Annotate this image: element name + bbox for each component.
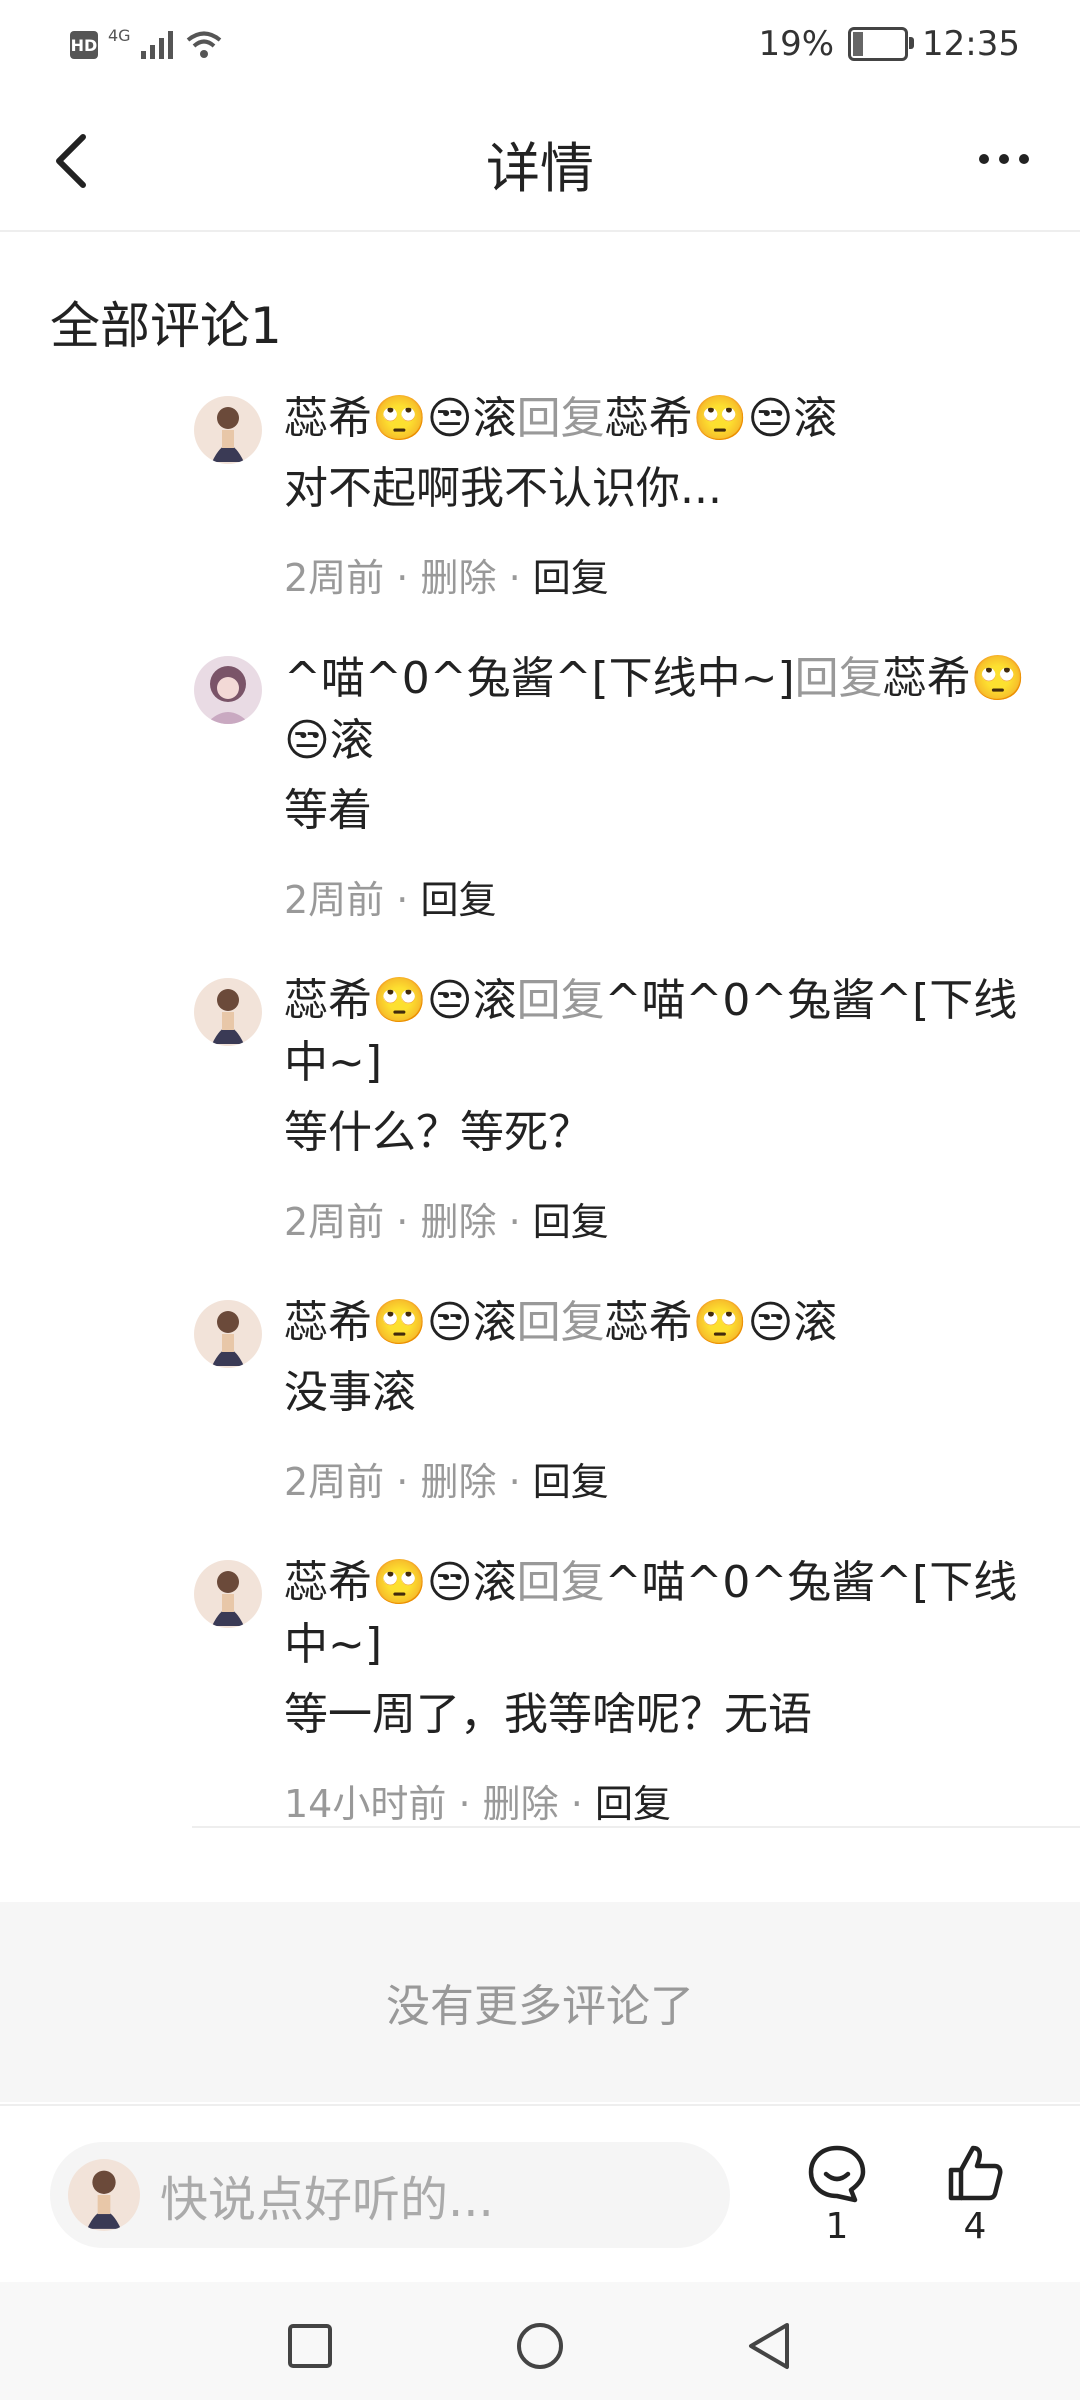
wifi-icon bbox=[186, 31, 221, 58]
status-right: 19% 12:35 bbox=[758, 24, 1020, 64]
comment-time: 2周前 bbox=[284, 556, 385, 600]
signal-icon bbox=[140, 31, 173, 59]
avatar[interactable] bbox=[194, 1560, 262, 1628]
comment-input[interactable]: 快说点好听的... bbox=[50, 2142, 730, 2248]
comment-header: 蕊希🙄😒滚回复^喵^0^兔酱^[下线中~] bbox=[284, 970, 1050, 1094]
all-comments-title: 全部评论1 bbox=[50, 297, 282, 355]
comment-meta: 2周前 · 回复 bbox=[284, 872, 1050, 928]
reply-button[interactable]: 回复 bbox=[533, 1460, 609, 1504]
thumbs-up-icon bbox=[948, 2145, 1003, 2201]
network-label: 4G bbox=[108, 25, 131, 45]
comment-meta: 14小时前 · 删除 · 回复 bbox=[284, 1776, 1050, 1832]
comment-meta: 2周前 · 删除 · 回复 bbox=[284, 1454, 1050, 1510]
comment-item: 蕊希🙄😒滚回复^喵^0^兔酱^[下线中~] 等什么？等死？ 2周前 · 删除 ·… bbox=[0, 970, 1080, 1250]
comment-item: 蕊希🙄😒滚回复蕊希🙄😒滚 没事滚 2周前 · 删除 · 回复 bbox=[0, 1292, 1080, 1510]
avatar bbox=[68, 2159, 140, 2231]
status-time: 12:35 bbox=[922, 24, 1020, 64]
reply-word: 回复 bbox=[794, 653, 883, 704]
comment-item: 蕊希🙄😒滚回复蕊希🙄😒滚 对不起啊我不认识你... 2周前 · 删除 · 回复 bbox=[0, 388, 1080, 606]
comment-item: ^喵^0^兔酱^[下线中~]回复蕊希🙄😒滚 等着 2周前 · 回复 bbox=[0, 648, 1080, 928]
comment-list: 蕊希🙄😒滚回复蕊希🙄😒滚 对不起啊我不认识你... 2周前 · 删除 · 回复 … bbox=[0, 388, 1080, 1862]
status-bar: HD 4G 19% 12:35 bbox=[0, 0, 1080, 96]
meta-separator: · bbox=[508, 1200, 521, 1244]
comment-user[interactable]: 蕊希🙄😒滚 bbox=[284, 393, 517, 444]
comment-user[interactable]: 蕊希🙄😒滚 bbox=[284, 975, 517, 1026]
reply-button[interactable]: 回复 bbox=[420, 878, 496, 922]
hd-icon: HD bbox=[70, 31, 98, 59]
meta-separator: · bbox=[396, 1200, 409, 1244]
comment-text: 等什么？等死？ bbox=[284, 1107, 592, 1158]
comment-input-bar: 快说点好听的... 1 4 bbox=[0, 2104, 1080, 2284]
home-button[interactable] bbox=[510, 2316, 570, 2376]
comment-time: 2周前 bbox=[284, 1460, 385, 1504]
avatar[interactable] bbox=[194, 978, 262, 1046]
comment-text: 对不起啊我不认识你... bbox=[284, 463, 722, 514]
like-count: 4 bbox=[963, 2206, 987, 2247]
reply-button[interactable]: 回复 bbox=[595, 1782, 671, 1826]
comment-time: 2周前 bbox=[284, 878, 385, 922]
battery-fill bbox=[853, 32, 864, 56]
meta-separator: · bbox=[570, 1782, 583, 1826]
no-more-comments: 没有更多评论了 bbox=[0, 1902, 1080, 2102]
comment-text: 等着 bbox=[284, 785, 372, 836]
avatar[interactable] bbox=[194, 656, 262, 724]
delete-button[interactable]: 删除 bbox=[420, 1200, 496, 1244]
comment-input-placeholder: 快说点好听的... bbox=[160, 2172, 494, 2228]
comment-time: 14小时前 bbox=[284, 1782, 447, 1826]
battery-icon bbox=[848, 27, 915, 61]
square-icon bbox=[288, 2324, 332, 2368]
comment-header: 蕊希🙄😒滚回复^喵^0^兔酱^[下线中~] bbox=[284, 1552, 1050, 1676]
comment-header: 蕊希🙄😒滚回复蕊希🙄😒滚 bbox=[284, 1292, 1050, 1354]
recent-apps-button[interactable] bbox=[280, 2316, 340, 2376]
meta-separator: · bbox=[396, 556, 409, 600]
meta-separator: · bbox=[508, 556, 521, 600]
reply-word: 回复 bbox=[516, 1557, 605, 1608]
system-nav-bar bbox=[0, 2282, 1080, 2400]
comment-header: ^喵^0^兔酱^[下线中~]回复蕊希🙄😒滚 bbox=[284, 648, 1050, 772]
comment-time: 2周前 bbox=[284, 1200, 385, 1244]
comment-meta: 2周前 · 删除 · 回复 bbox=[284, 1194, 1050, 1250]
comment-text: 等一周了，我等啥呢？无语 bbox=[284, 1689, 812, 1740]
like-button[interactable]: 4 bbox=[930, 2142, 1020, 2247]
page-title: 详情 bbox=[486, 137, 594, 200]
comment-count: 1 bbox=[825, 2206, 849, 2247]
comment-bubble-icon bbox=[808, 2145, 866, 2203]
reply-button[interactable]: 回复 bbox=[533, 1200, 609, 1244]
reply-button[interactable]: 回复 bbox=[533, 556, 609, 600]
meta-separator: · bbox=[396, 878, 409, 922]
delete-button[interactable]: 删除 bbox=[483, 1782, 559, 1826]
meta-separator: · bbox=[508, 1460, 521, 1504]
system-back-button[interactable] bbox=[740, 2316, 800, 2376]
circle-icon bbox=[517, 2323, 563, 2369]
reply-word: 回复 bbox=[516, 393, 605, 444]
more-dot-icon bbox=[979, 154, 989, 164]
battery-percent: 19% bbox=[758, 24, 835, 64]
delete-button[interactable]: 删除 bbox=[420, 556, 496, 600]
status-left: HD 4G bbox=[70, 26, 223, 60]
top-nav-bar: 详情 bbox=[0, 96, 1080, 232]
comment-header: 蕊希🙄😒滚回复蕊希🙄😒滚 bbox=[284, 388, 1050, 450]
reply-target-user[interactable]: 蕊希🙄😒滚 bbox=[605, 1297, 838, 1348]
more-button[interactable] bbox=[964, 134, 1044, 184]
more-dot-icon bbox=[1019, 154, 1029, 164]
meta-separator: · bbox=[396, 1460, 409, 1504]
avatar[interactable] bbox=[194, 396, 262, 464]
comment-user[interactable]: 蕊希🙄😒滚 bbox=[284, 1297, 517, 1348]
reply-target-user[interactable]: 蕊希🙄😒滚 bbox=[605, 393, 838, 444]
more-dot-icon bbox=[999, 154, 1009, 164]
reply-word: 回复 bbox=[516, 975, 605, 1026]
comment-item: 蕊希🙄😒滚回复^喵^0^兔酱^[下线中~] 等一周了，我等啥呢？无语 14小时前… bbox=[0, 1552, 1080, 1832]
meta-separator: · bbox=[458, 1782, 471, 1826]
comment-user[interactable]: ^喵^0^兔酱^[下线中~] bbox=[284, 653, 795, 704]
comment-meta: 2周前 · 删除 · 回复 bbox=[284, 550, 1050, 606]
reply-word: 回复 bbox=[516, 1297, 605, 1348]
list-divider bbox=[192, 1826, 1080, 1828]
delete-button[interactable]: 删除 bbox=[420, 1460, 496, 1504]
avatar[interactable] bbox=[194, 1300, 262, 1368]
comment-text: 没事滚 bbox=[284, 1367, 416, 1418]
comment-count-button[interactable]: 1 bbox=[792, 2142, 882, 2247]
triangle-back-icon bbox=[749, 2323, 789, 2369]
comment-user[interactable]: 蕊希🙄😒滚 bbox=[284, 1557, 517, 1608]
